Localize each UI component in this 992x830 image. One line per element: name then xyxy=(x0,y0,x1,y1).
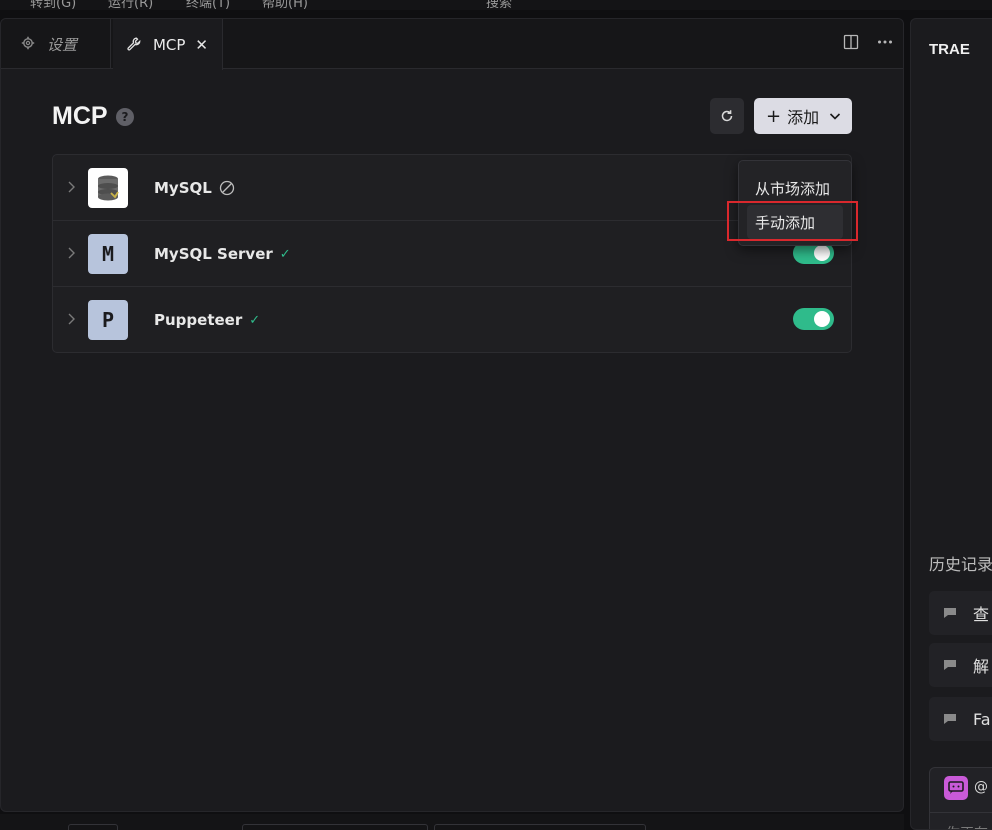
menu-help[interactable]: 帮助(H) xyxy=(262,0,308,10)
menu-goto[interactable]: 转到(G) xyxy=(30,0,76,10)
menu-search[interactable]: 搜索 xyxy=(486,0,512,10)
history-item-label: Fa xyxy=(973,709,991,729)
tab-settings[interactable]: 设置 xyxy=(7,19,111,69)
chevron-right-icon[interactable] xyxy=(66,179,78,195)
menu-run[interactable]: 运行(R) xyxy=(108,0,153,10)
tab-mcp-label: MCP xyxy=(152,35,186,54)
close-icon[interactable]: ✕ xyxy=(195,36,208,54)
agent-icon[interactable] xyxy=(944,776,968,800)
chat-bubble-icon xyxy=(944,608,956,618)
tab-settings-label: 设置 xyxy=(47,35,78,54)
server-name-label: MySQL xyxy=(154,179,212,197)
title-row: MCP ? + 添加 xyxy=(52,98,852,138)
server-logo: M xyxy=(88,234,128,274)
history-item-label: 查 xyxy=(973,605,990,624)
chat-input[interactable]: 你正在 xyxy=(930,812,992,829)
status-strip xyxy=(0,814,904,830)
wrench-icon xyxy=(127,37,143,53)
highlight-box xyxy=(727,201,858,241)
more-icon[interactable] xyxy=(877,34,893,50)
server-name-label: Puppeteer xyxy=(154,311,243,329)
server-logo: P xyxy=(88,300,128,340)
ai-side-panel: TRAE 历史记录 查 解 Fa @ 你正在 xyxy=(910,18,992,830)
refresh-button[interactable] xyxy=(710,98,744,134)
server-toggle[interactable] xyxy=(793,308,834,330)
mention-label[interactable]: @ xyxy=(974,779,988,795)
add-button[interactable]: + 添加 xyxy=(754,98,852,134)
history-item[interactable]: 解 xyxy=(929,643,992,687)
plus-icon: + xyxy=(766,105,782,127)
mcp-content: MCP ? + 添加 MySQL M MySQL Server ✓ P Pupp… xyxy=(52,98,852,353)
mcp-server-list: MySQL M MySQL Server ✓ P Puppeteer ✓ xyxy=(52,154,852,353)
brand-title: TRAE xyxy=(929,41,970,58)
status-item[interactable] xyxy=(434,824,646,830)
split-editor-icon[interactable] xyxy=(843,34,859,50)
check-icon: ✓ xyxy=(279,246,291,262)
add-from-market-item[interactable]: 从市场添加 xyxy=(747,171,843,205)
status-item[interactable] xyxy=(68,824,118,830)
server-name: MySQL Server ✓ xyxy=(154,245,291,263)
tab-actions xyxy=(843,34,893,50)
tab-bar: 设置 MCP ✕ xyxy=(1,19,903,70)
chevron-right-icon[interactable] xyxy=(66,311,78,327)
check-icon: ✓ xyxy=(249,312,261,328)
chat-bubble-icon xyxy=(944,660,956,670)
menubar: 转到(G) 运行(R) 终端(T) 帮助(H) 搜索 xyxy=(0,0,992,10)
history-title: 历史记录 xyxy=(929,555,992,574)
chat-input-box: @ 你正在 xyxy=(929,767,992,829)
refresh-icon xyxy=(721,110,733,122)
chevron-down-icon xyxy=(830,113,841,120)
server-name: MySQL xyxy=(154,179,235,197)
history-item[interactable]: 查 xyxy=(929,591,992,635)
disabled-icon xyxy=(219,180,234,196)
help-icon[interactable]: ? xyxy=(116,108,134,126)
page-title: MCP xyxy=(52,102,108,130)
history-item-label: 解 xyxy=(973,657,990,676)
server-name-label: MySQL Server xyxy=(154,245,273,263)
add-button-label: 添加 xyxy=(787,108,820,127)
tab-mcp[interactable]: MCP ✕ xyxy=(113,19,223,70)
database-icon xyxy=(88,168,128,208)
status-item[interactable] xyxy=(242,824,428,830)
chat-bubble-icon xyxy=(944,714,956,724)
gear-icon xyxy=(21,36,37,52)
history-item[interactable]: Fa xyxy=(929,697,992,741)
server-name: Puppeteer ✓ xyxy=(154,311,260,329)
chevron-right-icon[interactable] xyxy=(66,245,78,261)
server-row-puppeteer[interactable]: P Puppeteer ✓ xyxy=(53,287,851,352)
menu-terminal[interactable]: 终端(T) xyxy=(186,0,230,10)
